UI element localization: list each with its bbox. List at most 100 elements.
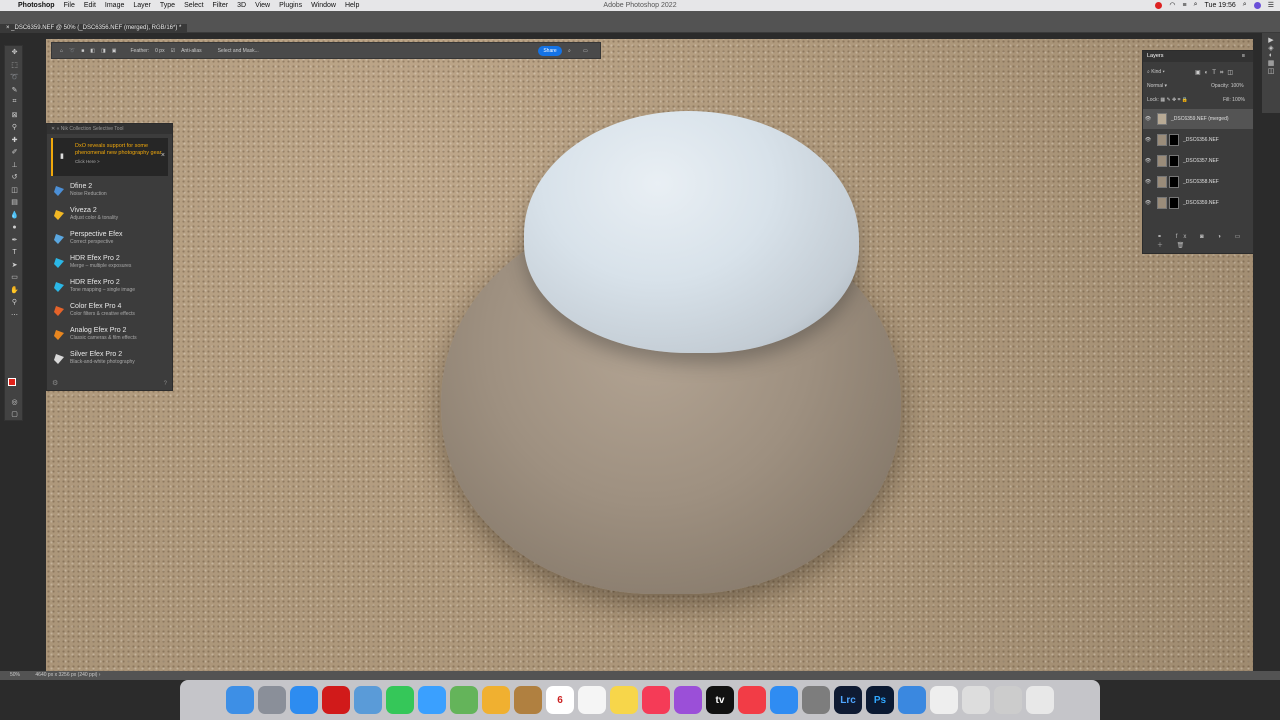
type-tool-icon[interactable]: T	[5, 246, 24, 259]
menu-plugins[interactable]: Plugins	[279, 2, 302, 9]
clock[interactable]: Tue 19:56	[1205, 2, 1236, 9]
document-tab[interactable]: × _DSC6359.NEF @ 50% (_DSC6356.NEF (merg…	[0, 24, 188, 33]
panel-menu-icon[interactable]: ≡	[1242, 51, 1245, 62]
plugin-item-perspective-efex[interactable]: Perspective Efex Correct perspective	[47, 228, 172, 252]
plugin-item-analog-efex[interactable]: Analog Efex Pro 2 Classic cameras & film…	[47, 324, 172, 348]
menu-filter[interactable]: Filter	[213, 2, 229, 9]
menu-3d[interactable]: 3D	[237, 2, 246, 9]
pen-tool-icon[interactable]: ✒	[5, 234, 24, 247]
eraser-tool-icon[interactable]: ◫	[5, 184, 24, 197]
finder-icon[interactable]	[226, 686, 254, 714]
plugin-item-viveza[interactable]: Viveza 2 Adjust color & tonality	[47, 204, 172, 228]
close-icon[interactable]: ×	[161, 152, 165, 159]
app-store-icon[interactable]	[770, 686, 798, 714]
app-menu[interactable]: Photoshop	[18, 2, 55, 9]
menu-window[interactable]: Window	[311, 2, 336, 9]
menu-file[interactable]: File	[64, 2, 75, 9]
notebook-icon[interactable]	[514, 686, 542, 714]
plugin-item-hdr-merge[interactable]: HDR Efex Pro 2 Merge – multiple exposure…	[47, 252, 172, 276]
menu-edit[interactable]: Edit	[84, 2, 96, 9]
safari-icon[interactable]	[290, 686, 318, 714]
visibility-eye-icon[interactable]: 👁	[1143, 116, 1153, 122]
feather-input[interactable]: 0 px	[155, 48, 164, 54]
collapse-icon[interactable]: ✕ «	[51, 126, 61, 132]
visibility-eye-icon[interactable]: 👁	[1143, 179, 1153, 185]
plugin-item-hdr-tone[interactable]: HDR Efex Pro 2 Tone mapping – single ima…	[47, 276, 172, 300]
layer-row[interactable]: 👁 _DSC6358.NEF	[1143, 172, 1253, 192]
opera-icon[interactable]	[322, 686, 350, 714]
home-icon[interactable]: ⌂	[60, 48, 63, 54]
layer-row[interactable]: 👁 _DSC6359.NEF	[1143, 193, 1253, 213]
path-selection-tool-icon[interactable]: ➤	[5, 259, 24, 272]
menu-image[interactable]: Image	[105, 2, 124, 9]
dxo-icon[interactable]	[898, 686, 926, 714]
plugin-item-color-efex[interactable]: Color Efex Pro 4 Color filters & creativ…	[47, 300, 172, 324]
fill-control[interactable]: Fill: 100%	[1223, 97, 1245, 103]
hand-tool-icon[interactable]: ✋	[5, 284, 24, 297]
select-and-mask-button[interactable]: Select and Mask...	[218, 48, 259, 54]
lightroom-classic-icon[interactable]: Lrc	[834, 686, 862, 714]
zoom-level[interactable]: 50%	[10, 672, 20, 678]
quick-mask-icon[interactable]: ◎	[5, 396, 24, 409]
search-icon[interactable]: ⌕	[568, 48, 571, 54]
lock-icons[interactable]: ▦ ✎ ✥ ⌗ 🔒	[1160, 97, 1188, 103]
clone-stamp-tool-icon[interactable]: ⊥	[5, 159, 24, 172]
help-icon[interactable]: ?	[164, 381, 167, 387]
record-icon[interactable]	[1155, 1, 1163, 9]
layer-actions-bar[interactable]: ⚭ fx ◙ ◑ ▭ ＋ 🗑	[1157, 233, 1253, 249]
paths-icon[interactable]: ◫	[1262, 67, 1280, 75]
siri-icon[interactable]	[1253, 1, 1261, 9]
plugin-item-dfine[interactable]: Dfine 2 Noise Reduction	[47, 180, 172, 204]
banner-link[interactable]: Click Here >	[75, 159, 168, 164]
fill-value[interactable]: 100%	[1232, 97, 1245, 103]
healing-brush-tool-icon[interactable]: ✚	[5, 134, 24, 147]
apple-tv-icon[interactable]: tv	[706, 686, 734, 714]
screenshot-icon[interactable]	[994, 686, 1022, 714]
move-tool-icon[interactable]: ✥	[5, 46, 24, 59]
visibility-eye-icon[interactable]: 👁	[1143, 200, 1153, 206]
dodge-tool-icon[interactable]: ●	[5, 221, 24, 234]
menu-type[interactable]: Type	[160, 2, 175, 9]
more-tools-icon[interactable]: ⋯	[5, 309, 24, 322]
blend-mode-select[interactable]: Normal ▾	[1147, 83, 1167, 89]
menu-help[interactable]: Help	[345, 2, 359, 9]
blur-tool-icon[interactable]: 💧	[5, 209, 24, 222]
visibility-eye-icon[interactable]: 👁	[1143, 137, 1153, 143]
layer-row[interactable]: 👁 _DSC6356.NEF	[1143, 130, 1253, 150]
document-icon[interactable]	[930, 686, 958, 714]
marquee-tool-icon[interactable]: ⬚	[5, 59, 24, 72]
search-icon[interactable]: ⌕	[1194, 1, 1198, 9]
eyedropper-tool-icon[interactable]: ⚲	[5, 121, 24, 134]
visibility-eye-icon[interactable]: 👁	[1143, 158, 1153, 164]
layer-row[interactable]: 👁 _DSC6359.NEF (merged)	[1143, 109, 1253, 129]
podcasts-icon[interactable]	[674, 686, 702, 714]
anti-alias-checkbox[interactable]: ☑	[171, 48, 175, 54]
system-preferences-icon[interactable]	[802, 686, 830, 714]
opacity-value[interactable]: 100%	[1231, 83, 1244, 89]
screen-mode-icon[interactable]: ▢	[5, 408, 24, 421]
music-icon[interactable]	[642, 686, 670, 714]
finder-window-icon[interactable]	[962, 686, 990, 714]
reminders-icon[interactable]	[578, 686, 606, 714]
brush-tool-icon[interactable]: ✐	[5, 146, 24, 159]
lasso-tool-icon[interactable]: ➰	[5, 71, 24, 84]
play-icon[interactable]: ▶	[1262, 33, 1280, 44]
crop-tool-icon[interactable]: ⌗	[5, 96, 24, 109]
preview-icon[interactable]	[354, 686, 382, 714]
workspace-icon[interactable]: ▭	[583, 48, 588, 54]
trash-icon[interactable]	[1026, 686, 1054, 714]
menu-layer[interactable]: Layer	[133, 2, 151, 9]
layers-tab[interactable]: Layers ≡	[1143, 51, 1253, 62]
notes-icon[interactable]	[610, 686, 638, 714]
foreground-color-swatch[interactable]	[8, 378, 16, 386]
rectangle-tool-icon[interactable]: ▭	[5, 271, 24, 284]
quick-selection-tool-icon[interactable]: ✎	[5, 84, 24, 97]
share-button[interactable]: Share	[538, 46, 562, 56]
notification-icon[interactable]: ☰	[1268, 1, 1274, 9]
plugin-item-silver-efex[interactable]: Silver Efex Pro 2 Black-and-white photog…	[47, 348, 172, 372]
photoshop-icon[interactable]: Ps	[866, 686, 894, 714]
launchpad-icon[interactable]	[258, 686, 286, 714]
layers-stack-icon[interactable]: ◈	[1262, 44, 1280, 52]
layer-row[interactable]: 👁 _DSC6357.NEF	[1143, 151, 1253, 171]
frame-tool-icon[interactable]: ⊠	[5, 109, 24, 122]
